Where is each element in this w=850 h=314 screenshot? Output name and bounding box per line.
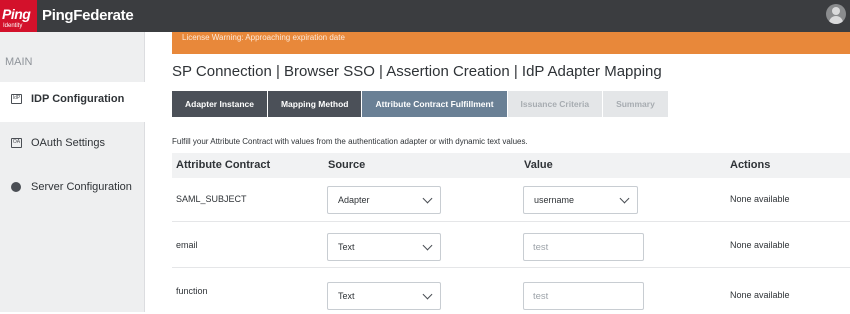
tab-adapter-instance[interactable]: Adapter Instance xyxy=(172,91,267,117)
top-bar: Ping Identity PingFederate xyxy=(0,0,850,34)
sidebar-item-label: IDP Configuration xyxy=(31,93,125,105)
source-select[interactable]: Text xyxy=(327,282,441,310)
ping-logo[interactable]: Ping Identity xyxy=(0,0,37,34)
source-value: Text xyxy=(338,291,355,301)
column-header-attribute: Attribute Contract xyxy=(176,159,271,171)
wizard-tabs: Adapter Instance Mapping Method Attribut… xyxy=(172,91,669,117)
value-text: test xyxy=(533,242,549,253)
attribute-name: email xyxy=(176,240,198,250)
column-header-source: Source xyxy=(328,159,366,171)
attribute-name: SAML_SUBJECT xyxy=(176,194,247,204)
source-select[interactable]: Adapter xyxy=(327,186,441,214)
source-select[interactable]: Text xyxy=(327,233,441,261)
table-header: Attribute Contract Source Value Actions xyxy=(172,153,850,178)
value-text: test xyxy=(533,291,549,302)
sidebar-item-idp-configuration[interactable]: IdP IDP Configuration xyxy=(0,82,155,122)
page-title: SP Connection | Browser SSO | Assertion … xyxy=(172,63,662,80)
instructions-text: Fulfill your Attribute Contract with val… xyxy=(172,137,528,146)
table-row: function Text test None available xyxy=(172,270,850,314)
user-avatar-icon[interactable] xyxy=(826,4,846,24)
source-value: Text xyxy=(338,242,355,252)
tab-mapping-method[interactable]: Mapping Method xyxy=(267,91,362,117)
attribute-name: function xyxy=(176,286,208,296)
product-name: PingFederate xyxy=(42,7,134,24)
main-content: License Warning: Approaching expiration … xyxy=(146,32,850,312)
license-warning-banner: License Warning: Approaching expiration … xyxy=(172,32,850,54)
actions-text: None available xyxy=(730,240,790,250)
chevron-down-icon xyxy=(619,193,630,204)
source-value: Adapter xyxy=(338,195,370,205)
chevron-down-icon xyxy=(422,289,433,300)
column-header-actions: Actions xyxy=(730,159,771,171)
sidebar: MAIN IdP IDP Configuration OA OAuth Sett… xyxy=(0,32,155,312)
chevron-down-icon xyxy=(422,193,433,204)
table-row: email Text test None available xyxy=(172,224,850,268)
value-text-input[interactable]: test xyxy=(523,233,644,261)
sidebar-item-server-configuration[interactable]: Server Configuration xyxy=(0,170,145,210)
value-text-input[interactable]: test xyxy=(523,282,644,310)
logo-subtext: Identity xyxy=(3,23,23,29)
oauth-icon: OA xyxy=(11,138,22,148)
actions-text: None available xyxy=(730,194,790,204)
sidebar-item-oauth-settings[interactable]: OA OAuth Settings xyxy=(0,126,145,166)
column-header-value: Value xyxy=(524,159,553,171)
value-select[interactable]: username xyxy=(523,186,638,214)
tab-summary[interactable]: Summary xyxy=(603,91,668,117)
chevron-down-icon xyxy=(422,240,433,251)
sidebar-section-label: MAIN xyxy=(5,56,33,68)
table-row: SAML_SUBJECT Adapter username None avail… xyxy=(172,178,850,222)
tab-attribute-contract-fulfillment[interactable]: Attribute Contract Fulfillment xyxy=(362,91,507,117)
server-icon xyxy=(11,182,21,192)
idp-icon: IdP xyxy=(11,94,22,104)
actions-text: None available xyxy=(730,290,790,300)
sidebar-item-label: OAuth Settings xyxy=(31,137,105,149)
logo-text: Ping xyxy=(2,6,31,22)
sidebar-item-label: Server Configuration xyxy=(31,181,132,193)
value-text: username xyxy=(534,195,575,205)
tab-issuance-criteria[interactable]: Issuance Criteria xyxy=(507,91,603,117)
